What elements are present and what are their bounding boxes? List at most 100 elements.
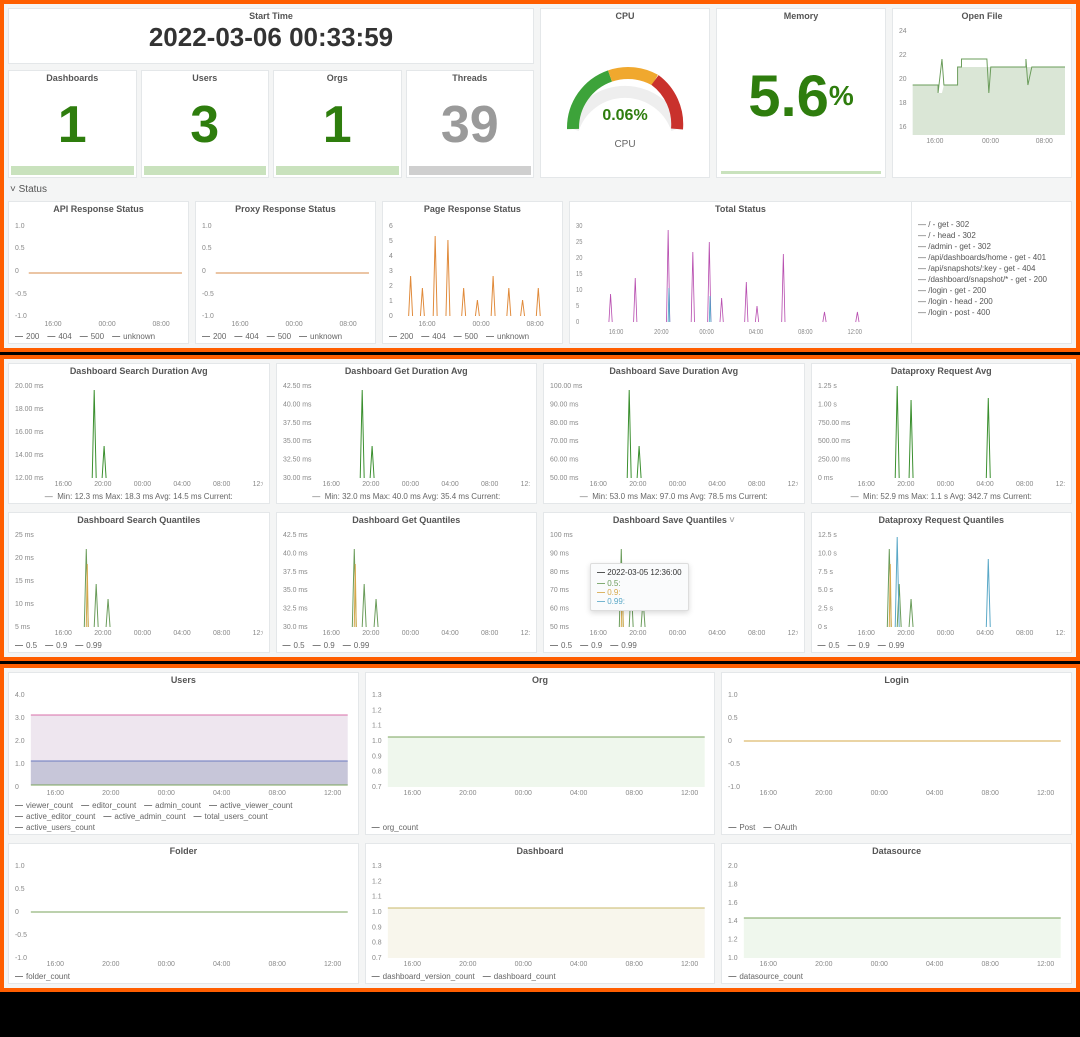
legend-item[interactable]: 0.5 xyxy=(550,641,572,650)
legend-item[interactable]: 200 xyxy=(389,332,413,341)
legend-item[interactable]: 0.99 xyxy=(75,641,102,650)
svg-text:08:00: 08:00 xyxy=(748,630,765,637)
svg-text:0: 0 xyxy=(15,909,19,916)
svg-text:1.8: 1.8 xyxy=(728,881,738,888)
openfile-chart[interactable]: 2422201816 16:0000:0008:00 xyxy=(899,25,1065,145)
legend-item[interactable]: — /login - head - 200 xyxy=(918,297,1065,306)
legend-item[interactable]: 0.99 xyxy=(343,641,370,650)
svg-text:20: 20 xyxy=(899,76,907,83)
count-chart[interactable]: 4.03.02.01.00 16:0020:0000:0004:0008:001… xyxy=(15,689,352,797)
legend-item[interactable]: — /dashboard/snapshot/* - get - 200 xyxy=(918,275,1065,284)
svg-text:20:00: 20:00 xyxy=(94,481,111,488)
total-status-chart[interactable]: 302520151050 16:0020:0000:0004:0008:0012… xyxy=(576,218,905,338)
legend-item[interactable]: 0.5 xyxy=(15,641,37,650)
svg-text:00:00: 00:00 xyxy=(472,321,489,328)
legend-item[interactable]: folder_count xyxy=(15,972,70,981)
svg-text:00:00: 00:00 xyxy=(936,481,953,488)
svg-text:00:00: 00:00 xyxy=(401,630,418,637)
avg-chart[interactable]: 42.50 ms40.00 ms37.50 ms35.00 ms32.50 ms… xyxy=(283,380,531,488)
legend-item[interactable]: 0.99 xyxy=(610,641,637,650)
count-chart[interactable]: 1.00.50-0.5-1.0 16:0020:0000:0004:0008:0… xyxy=(15,860,352,968)
legend-item[interactable]: 500 xyxy=(80,332,104,341)
legend-item[interactable]: OAuth xyxy=(763,823,797,832)
legend-item[interactable]: editor_count xyxy=(81,801,136,810)
status-chart[interactable]: 1.00.50-0.5-1.0 16:0000:0008:00 xyxy=(202,218,369,328)
legend-item[interactable]: — /api/snapshots/:key - get - 404 xyxy=(918,264,1065,273)
legend-item[interactable]: 500 xyxy=(454,332,478,341)
legend-item[interactable]: total_users_count xyxy=(194,812,268,821)
svg-text:18.00 ms: 18.00 ms xyxy=(15,406,44,413)
svg-text:08:00: 08:00 xyxy=(1016,630,1033,637)
legend-item[interactable]: active_users_count xyxy=(15,823,95,832)
legend-item[interactable]: — /api/dashboards/home - get - 401 xyxy=(918,253,1065,262)
count-chart[interactable]: 1.00.50-0.5-1.0 16:0020:0000:0004:0008:0… xyxy=(728,689,1065,797)
legend-item[interactable]: — / - get - 302 xyxy=(918,220,1065,229)
quantile-chart[interactable]: 12.5 s10.0 s7.5 s5.0 s2.5 s0 s 16:0020:0… xyxy=(818,529,1066,637)
svg-text:18: 18 xyxy=(899,100,907,107)
count-chart[interactable]: 1.31.21.11.00.90.80.7 16:0020:0000:0004:… xyxy=(372,860,709,968)
legend-item[interactable]: 200 xyxy=(15,332,39,341)
legend-item[interactable]: Post xyxy=(728,823,755,832)
svg-text:04:00: 04:00 xyxy=(441,481,458,488)
svg-text:7.5 s: 7.5 s xyxy=(818,569,834,576)
svg-text:16:00: 16:00 xyxy=(47,961,64,968)
svg-text:37.50 ms: 37.50 ms xyxy=(283,420,312,427)
legend-item[interactable]: 0.9 xyxy=(313,641,335,650)
legend-item[interactable]: dashboard_count xyxy=(483,972,556,981)
legend-item[interactable]: — /login - post - 400 xyxy=(918,308,1065,317)
svg-text:20:00: 20:00 xyxy=(102,790,119,797)
legend-item[interactable]: active_admin_count xyxy=(103,812,185,821)
quantile-chart[interactable]: 42.5 ms40.0 ms37.5 ms35.0 ms32.5 ms30.0 … xyxy=(283,529,531,637)
legend-item[interactable]: 0.5 xyxy=(818,641,840,650)
count-chart[interactable]: 1.31.21.11.00.90.80.7 16:0020:0000:0004:… xyxy=(372,689,709,797)
svg-text:-0.5: -0.5 xyxy=(728,761,740,768)
legend-item[interactable]: active_viewer_count xyxy=(209,801,292,810)
legend-item[interactable]: 404 xyxy=(234,332,258,341)
legend-item[interactable]: 0.9 xyxy=(580,641,602,650)
svg-text:16:00: 16:00 xyxy=(55,481,72,488)
avg-chart[interactable]: 1.25 s1.00 s750.00 ms500.00 ms250.00 ms0… xyxy=(818,380,1066,488)
svg-text:16:00: 16:00 xyxy=(403,961,420,968)
legend-item[interactable]: active_editor_count xyxy=(15,812,95,821)
start-time-value: 2022-03-06 00:33:59 xyxy=(9,21,533,55)
stat-orgs: Orgs 1 xyxy=(273,70,402,178)
status-section-header[interactable]: Status xyxy=(4,182,1076,197)
page-response-chart[interactable]: 6543210 16:0000:0008:00 xyxy=(389,218,556,328)
legend-item[interactable]: — /login - get - 200 xyxy=(918,286,1065,295)
legend-item[interactable]: 0.5 xyxy=(283,641,305,650)
avg-chart[interactable]: 20.00 ms18.00 ms16.00 ms14.00 ms12.00 ms… xyxy=(15,380,263,488)
legend-item[interactable]: unknown xyxy=(299,332,342,341)
legend-item[interactable]: 0.9 xyxy=(848,641,870,650)
quantile-panel: Dashboard Get Quantiles 42.5 ms40.0 ms37… xyxy=(276,512,538,653)
count-chart[interactable]: 2.01.81.61.41.21.0 16:0020:0000:0004:000… xyxy=(728,860,1065,968)
legend-item[interactable]: dashboard_version_count xyxy=(372,972,475,981)
legend-item[interactable]: 0.99 xyxy=(878,641,905,650)
quantile-chart[interactable]: 25 ms20 ms15 ms10 ms5 ms 16:0020:0000:00… xyxy=(15,529,263,637)
legend-item[interactable]: 0.9 xyxy=(45,641,67,650)
legend-item[interactable]: 404 xyxy=(421,332,445,341)
legend-item[interactable]: admin_count xyxy=(144,801,201,810)
status-chart[interactable]: 1.00.50-0.5-1.0 16:0000:0008:00 xyxy=(15,218,182,328)
status-panel-0: API Response Status 1.00.50-0.5-1.0 16:0… xyxy=(8,201,189,344)
legend-item[interactable]: 200 xyxy=(202,332,226,341)
svg-text:08:00: 08:00 xyxy=(982,961,999,968)
legend-item[interactable]: unknown xyxy=(486,332,529,341)
svg-text:00:00: 00:00 xyxy=(285,321,302,328)
svg-text:70 ms: 70 ms xyxy=(550,587,569,594)
legend-item[interactable]: 404 xyxy=(47,332,71,341)
svg-text:12:00: 12:00 xyxy=(1055,481,1065,488)
legend-item[interactable]: viewer_count xyxy=(15,801,73,810)
legend-item[interactable]: 500 xyxy=(267,332,291,341)
legend-item[interactable]: org_count xyxy=(372,823,419,832)
legend-item[interactable]: — / - head - 302 xyxy=(918,231,1065,240)
svg-text:00:00: 00:00 xyxy=(158,790,175,797)
memory-panel: Memory 5.6 % xyxy=(716,8,886,178)
svg-text:0.9: 0.9 xyxy=(372,753,382,760)
avg-chart[interactable]: 100.00 ms90.00 ms80.00 ms70.00 ms60.00 m… xyxy=(550,380,798,488)
legend-item[interactable]: datasource_count xyxy=(728,972,803,981)
stat-value: 1 xyxy=(274,83,401,166)
svg-text:16:00: 16:00 xyxy=(44,321,61,328)
legend-item[interactable]: unknown xyxy=(112,332,155,341)
svg-text:2.0: 2.0 xyxy=(728,863,738,870)
legend-item[interactable]: — /admin - get - 302 xyxy=(918,242,1065,251)
